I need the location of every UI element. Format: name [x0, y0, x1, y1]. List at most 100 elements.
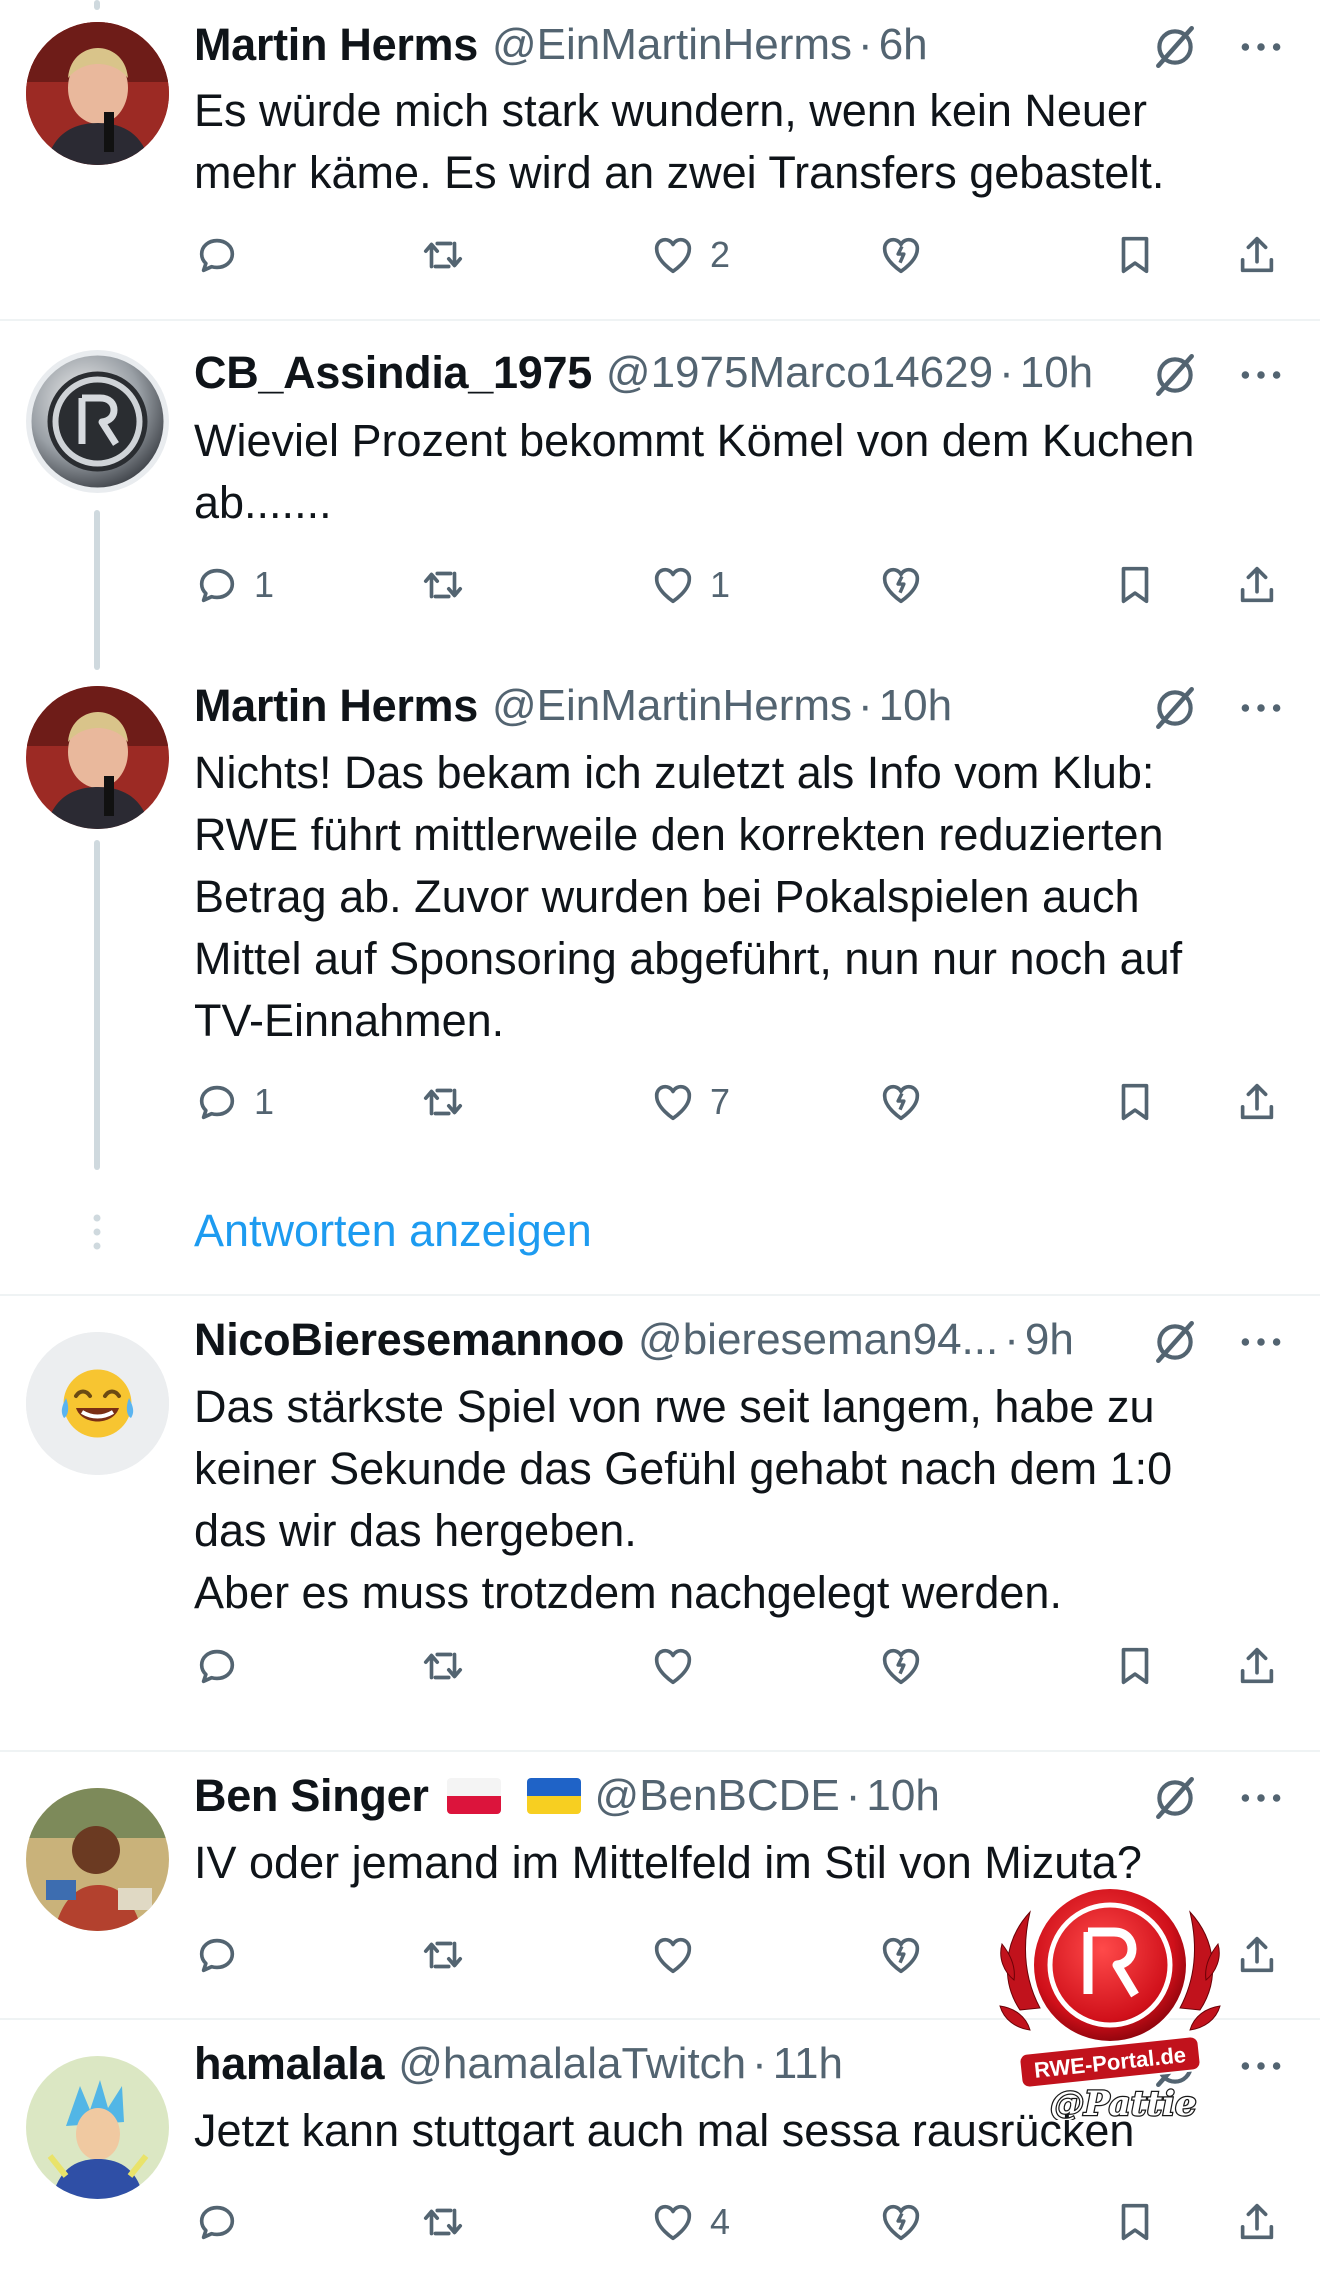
- grok-icon[interactable]: [1150, 683, 1200, 733]
- bookmark-button[interactable]: [1112, 1072, 1158, 1132]
- like-button[interactable]: [650, 1925, 710, 1985]
- avatar[interactable]: [26, 350, 169, 493]
- display-name[interactable]: CB_Assindia_1975: [194, 347, 592, 399]
- rwe-logo-icon: RWE-Portal.de @Pattie: [999, 1885, 1221, 2125]
- share-button[interactable]: [1234, 1636, 1280, 1696]
- separator-dot: ·: [752, 2039, 767, 2088]
- timestamp[interactable]: 11h: [773, 2039, 843, 2089]
- like-icon: [650, 1079, 696, 1125]
- user-handle[interactable]: @biereseman94...: [638, 1315, 998, 1365]
- display-name[interactable]: Martin Herms: [194, 680, 478, 732]
- display-name[interactable]: hamalala: [194, 2038, 385, 2090]
- timestamp[interactable]: 9h: [1025, 1315, 1074, 1365]
- avatar[interactable]: [26, 22, 169, 165]
- reply-button[interactable]: 1: [194, 555, 274, 615]
- user-handle[interactable]: @EinMartinHerms: [492, 681, 852, 731]
- bookmark-button[interactable]: [1112, 1636, 1158, 1696]
- share-button[interactable]: [1234, 1925, 1280, 1985]
- dislike-button[interactable]: [878, 1925, 924, 1985]
- share-button[interactable]: [1234, 225, 1280, 285]
- timestamp[interactable]: 10h: [1020, 348, 1093, 398]
- broken-heart-icon: [878, 1643, 924, 1689]
- like-button[interactable]: 2: [650, 225, 730, 285]
- more-icon[interactable]: [1236, 22, 1286, 72]
- ukraine-flag-icon: [526, 1778, 581, 1814]
- timestamp[interactable]: 6h: [879, 20, 928, 70]
- bookmark-button[interactable]: [1112, 555, 1158, 615]
- bookmark-button[interactable]: [1112, 2192, 1158, 2252]
- show-replies-link[interactable]: Antworten anzeigen: [194, 1205, 592, 1257]
- reply-button[interactable]: [194, 1636, 254, 1696]
- like-icon: [650, 562, 696, 608]
- user-handle[interactable]: @hamalalaTwitch: [398, 2039, 746, 2089]
- like-count: 2: [710, 234, 731, 275]
- more-icon[interactable]: [1236, 1317, 1286, 1367]
- display-name[interactable]: Martin Herms: [194, 19, 478, 71]
- like-button[interactable]: 7: [650, 1072, 730, 1132]
- tweet-1[interactable]: Martin Herms @EinMartinHerms · 6h Es wür…: [0, 0, 1320, 320]
- grok-icon[interactable]: [1150, 22, 1200, 72]
- like-icon: [650, 1643, 696, 1689]
- grok-icon[interactable]: [1150, 1317, 1200, 1367]
- retweet-button[interactable]: [420, 2192, 480, 2252]
- divider: [0, 319, 1320, 321]
- retweet-button[interactable]: [420, 225, 480, 285]
- separator-dot: ·: [845, 1771, 861, 1820]
- separator-dot: ·: [1004, 1315, 1019, 1364]
- dislike-button[interactable]: [878, 225, 924, 285]
- bookmark-icon: [1112, 1079, 1158, 1125]
- dislike-button[interactable]: [878, 1636, 924, 1696]
- broken-heart-icon: [878, 232, 924, 278]
- reply-button[interactable]: [194, 1925, 254, 1985]
- timestamp[interactable]: 10h: [879, 681, 952, 731]
- like-icon: [650, 1932, 696, 1978]
- more-icon[interactable]: [1236, 350, 1286, 400]
- bookmark-icon: [1112, 2199, 1158, 2245]
- more-icon[interactable]: [1236, 1773, 1286, 1823]
- retweet-button[interactable]: [420, 1636, 480, 1696]
- tweet-header: Martin Herms @EinMartinHerms · 6h: [194, 15, 1290, 75]
- share-icon: [1234, 2199, 1280, 2245]
- grok-icon[interactable]: [1150, 1773, 1200, 1823]
- tweet-3[interactable]: Martin Herms @EinMartinHerms · 10h Nicht…: [0, 662, 1320, 1182]
- share-icon: [1234, 562, 1280, 608]
- avatar[interactable]: [26, 2056, 169, 2199]
- tweet-header: NicoBieresemannoo @biereseman94... · 9h: [194, 1310, 1290, 1370]
- broken-heart-icon: [878, 2199, 924, 2245]
- timestamp[interactable]: 10h: [866, 1771, 939, 1821]
- reply-button[interactable]: [194, 2192, 254, 2252]
- retweet-button[interactable]: [420, 1072, 480, 1132]
- user-handle[interactable]: @BenBCDE: [595, 1771, 840, 1821]
- more-icon[interactable]: [1236, 2041, 1286, 2091]
- user-handle[interactable]: @EinMartinHerms: [492, 20, 852, 70]
- like-button[interactable]: 1: [650, 555, 730, 615]
- tweet-4[interactable]: NicoBieresemannoo @biereseman94... · 9h …: [0, 1296, 1320, 1746]
- like-button[interactable]: 4: [650, 2192, 730, 2252]
- like-button[interactable]: [650, 1636, 710, 1696]
- retweet-button[interactable]: [420, 1925, 480, 1985]
- share-button[interactable]: [1234, 1072, 1280, 1132]
- thread-connector-top: [94, 0, 100, 10]
- tweet-header: CB_Assindia_1975 @1975Marco14629 · 10h: [194, 343, 1290, 403]
- avatar[interactable]: [26, 686, 169, 829]
- retweet-icon: [420, 1932, 466, 1978]
- avatar[interactable]: [26, 1332, 169, 1475]
- display-name[interactable]: NicoBieresemannoo: [194, 1314, 624, 1366]
- user-handle[interactable]: @1975Marco14629: [606, 348, 993, 398]
- share-button[interactable]: [1234, 2192, 1280, 2252]
- retweet-button[interactable]: [420, 555, 480, 615]
- bookmark-button[interactable]: [1112, 225, 1158, 285]
- dislike-button[interactable]: [878, 2192, 924, 2252]
- more-icon[interactable]: [1236, 683, 1286, 733]
- avatar[interactable]: [26, 1788, 169, 1931]
- reply-icon: [194, 2199, 240, 2245]
- dislike-button[interactable]: [878, 555, 924, 615]
- share-button[interactable]: [1234, 555, 1280, 615]
- separator-dot: ·: [999, 348, 1014, 397]
- reply-button[interactable]: [194, 225, 254, 285]
- tweet-2[interactable]: CB_Assindia_1975 @1975Marco14629 · 10h W…: [0, 330, 1320, 660]
- dislike-button[interactable]: [878, 1072, 924, 1132]
- grok-icon[interactable]: [1150, 350, 1200, 400]
- display-name[interactable]: Ben Singer: [194, 1770, 429, 1822]
- reply-button[interactable]: 1: [194, 1072, 274, 1132]
